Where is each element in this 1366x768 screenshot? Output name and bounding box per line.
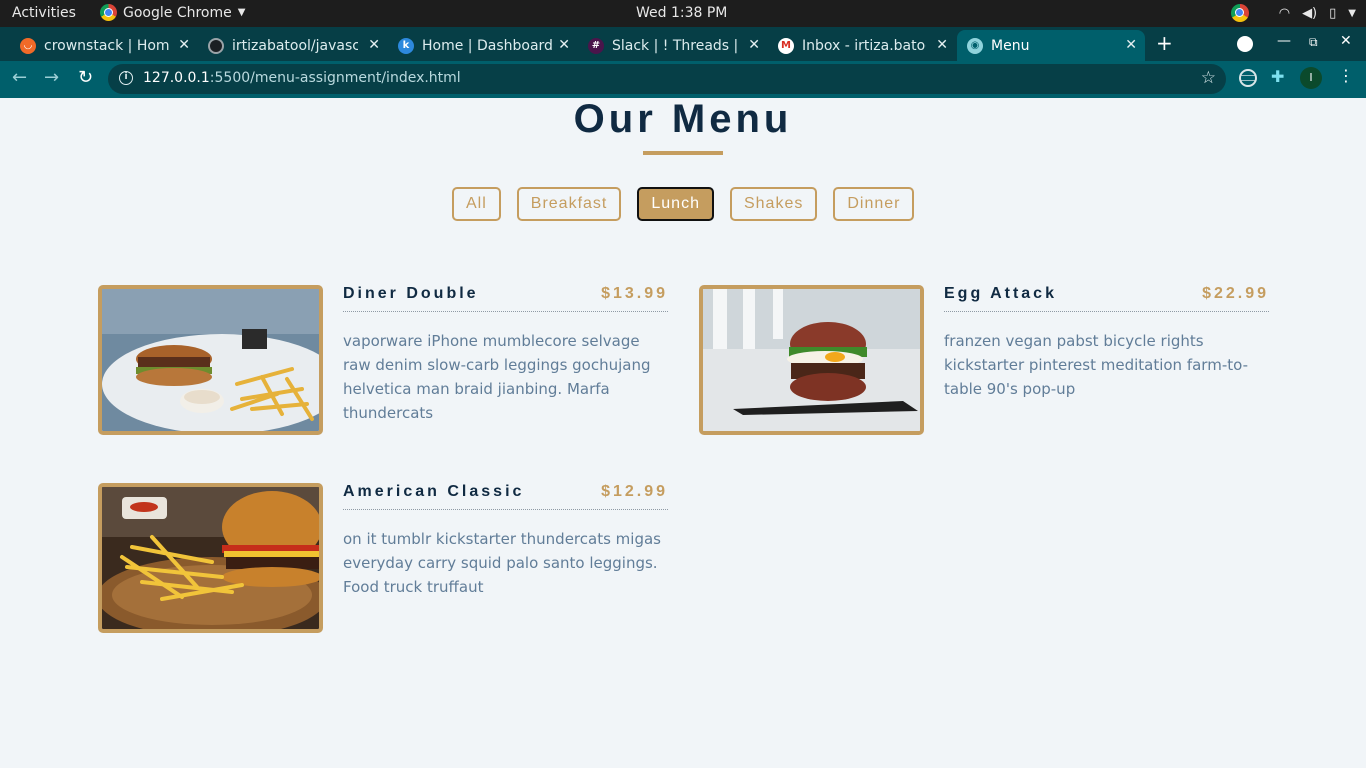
bookmark-star-icon[interactable]: ☆ xyxy=(1201,68,1216,88)
system-tray[interactable]: ◠ ◀) ▯ ▼ xyxy=(1230,4,1356,22)
menu-item-price: $12.99 xyxy=(601,483,668,500)
close-icon[interactable]: ✕ xyxy=(1125,37,1137,53)
crownstack-icon: ◡ xyxy=(20,37,36,54)
menu-item-name: Diner Double xyxy=(343,285,479,302)
menu-item-price: $22.99 xyxy=(1202,285,1269,302)
slack-icon: # xyxy=(588,37,604,54)
system-top-bar: Activities Google Chrome ▼ Wed 1:38 PM ◠… xyxy=(0,0,1366,27)
clock[interactable]: Wed 1:38 PM xyxy=(636,5,727,21)
battery-icon: ▯ xyxy=(1329,5,1337,21)
filter-all-button[interactable]: All xyxy=(452,187,501,221)
tab-title: Inbox - irtiza.batool xyxy=(802,37,926,54)
tab-title: Home | Dashboard xyxy=(422,37,552,54)
close-icon[interactable]: ✕ xyxy=(178,37,190,53)
title-underline xyxy=(643,151,723,155)
tab-gmail[interactable]: M Inbox - irtiza.batool ✕ xyxy=(770,30,956,61)
gmail-icon: M xyxy=(778,37,794,54)
tab-slack[interactable]: # Slack | ! Threads | c ✕ xyxy=(580,30,768,61)
minimize-icon[interactable]: — xyxy=(1277,33,1291,49)
menu-item-name: Egg Attack xyxy=(944,285,1057,302)
chrome-icon xyxy=(100,4,117,21)
url-text: 127.0.0.1:5500/menu-assignment/index.htm… xyxy=(143,70,461,86)
tab-title: crownstack | Home xyxy=(44,37,170,54)
chevron-down-icon: ▼ xyxy=(1348,7,1356,19)
menu-kebab-icon[interactable]: ⋮ xyxy=(1338,66,1354,85)
tab-title: Menu xyxy=(991,37,1030,54)
window-close-icon[interactable]: ✕ xyxy=(1340,33,1352,49)
menu-item-egg-attack: Egg Attack $22.99 franzen vegan pabst bi… xyxy=(699,285,1269,435)
menu-item-info: Diner Double $13.99 vaporware iPhone mum… xyxy=(343,285,668,425)
close-icon[interactable]: ✕ xyxy=(368,37,380,53)
cheeseburger-fries-photo xyxy=(98,483,323,633)
extensions-puzzle-icon[interactable]: ✚ xyxy=(1271,67,1289,86)
wifi-icon: ◠ xyxy=(1278,5,1291,21)
menu-item-price: $13.99 xyxy=(601,285,668,302)
menu-item-diner-double: Diner Double $13.99 vaporware iPhone mum… xyxy=(98,285,668,435)
filter-breakfast-button[interactable]: Breakfast xyxy=(516,187,622,221)
menu-item-description: franzen vegan pabst bicycle rights kicks… xyxy=(944,332,1248,398)
k-icon: k xyxy=(398,37,414,54)
forward-arrow-icon[interactable]: → xyxy=(44,67,59,88)
page-content: Our Menu All Breakfast Lunch Shakes Dinn… xyxy=(0,98,1366,768)
tab-crownstack[interactable]: ◡ crownstack | Home ✕ xyxy=(12,30,198,61)
filter-buttons: All Breakfast Lunch Shakes Dinner xyxy=(452,187,915,221)
menu-item-header: Diner Double $13.99 xyxy=(343,285,668,312)
browser-toolbar: ← → ↻ i 127.0.0.1:5500/menu-assignment/i… xyxy=(0,61,1366,98)
address-bar[interactable]: i 127.0.0.1:5500/menu-assignment/index.h… xyxy=(108,64,1226,94)
activities-button[interactable]: Activities xyxy=(12,5,76,21)
tab-title: irtizabatool/javascript xyxy=(232,37,358,54)
new-tab-button[interactable]: + xyxy=(1156,31,1173,55)
globe-icon: ◉ xyxy=(967,37,983,54)
translate-globe-icon[interactable] xyxy=(1239,69,1257,87)
page-title: Our Menu xyxy=(573,98,793,141)
filter-dinner-button[interactable]: Dinner xyxy=(833,187,915,221)
menu-item-name: American Classic xyxy=(343,483,525,500)
tab-dashboard[interactable]: k Home | Dashboard ✕ xyxy=(390,30,578,61)
maximize-icon[interactable]: ⧉ xyxy=(1309,35,1318,50)
tab-github[interactable]: irtizabatool/javascript ✕ xyxy=(200,30,388,61)
app-name: Google Chrome xyxy=(123,4,232,21)
chevron-down-icon: ▼ xyxy=(237,7,246,18)
tab-menu[interactable]: ◉ Menu ✕ xyxy=(957,30,1145,61)
url-host: 127.0.0.1 xyxy=(143,70,210,86)
tab-title: Slack | ! Threads | c xyxy=(612,37,738,54)
reload-icon[interactable]: ↻ xyxy=(78,67,93,88)
menu-item-info: Egg Attack $22.99 franzen vegan pabst bi… xyxy=(944,285,1269,401)
url-path: :5500/menu-assignment/index.html xyxy=(209,70,461,86)
volume-icon: ◀) xyxy=(1302,5,1318,21)
profile-avatar[interactable]: I xyxy=(1300,67,1322,89)
close-icon[interactable]: ✕ xyxy=(748,37,760,53)
filter-lunch-button[interactable]: Lunch xyxy=(637,187,714,221)
filter-shakes-button[interactable]: Shakes xyxy=(729,187,818,221)
app-menu[interactable]: Google Chrome ▼ xyxy=(100,4,245,21)
burger-fries-photo xyxy=(98,285,323,435)
menu-item-info: American Classic $12.99 on it tumblr kic… xyxy=(343,483,668,599)
github-icon xyxy=(208,37,224,54)
menu-item-header: Egg Attack $22.99 xyxy=(944,285,1269,312)
tab-search-icon[interactable] xyxy=(1237,36,1253,52)
menu-item-description: on it tumblr kickstarter thundercats mig… xyxy=(343,530,661,596)
menu-item-american-classic: American Classic $12.99 on it tumblr kic… xyxy=(98,483,668,633)
menu-item-description: vaporware iPhone mumblecore selvage raw … xyxy=(343,332,651,422)
close-icon[interactable]: ✕ xyxy=(558,37,570,53)
egg-burger-photo xyxy=(699,285,924,435)
back-arrow-icon[interactable]: ← xyxy=(12,67,27,88)
menu-item-header: American Classic $12.99 xyxy=(343,483,668,510)
close-icon[interactable]: ✕ xyxy=(936,37,948,53)
site-info-icon[interactable]: i xyxy=(119,71,133,85)
chrome-tray-icon[interactable] xyxy=(1230,4,1249,22)
